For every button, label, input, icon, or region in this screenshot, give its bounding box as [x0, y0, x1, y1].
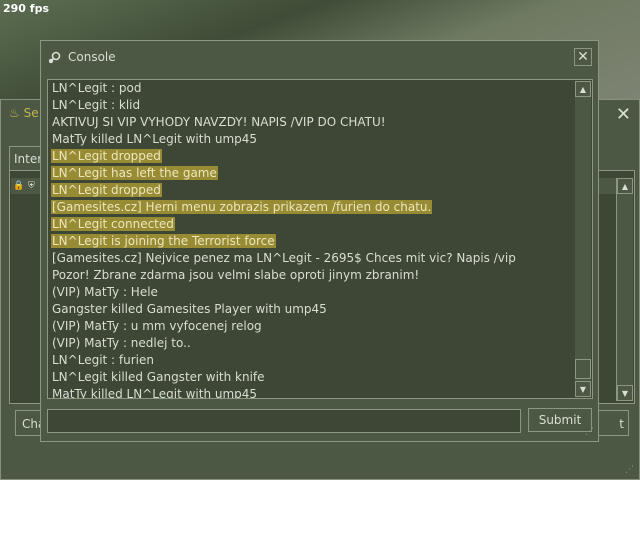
server-browser-close-icon[interactable]: ✕ — [616, 104, 631, 125]
console-line-text: (VIP) MatTy : Hele — [52, 285, 158, 299]
console-line-text: Gangster killed Gamesites Player with um… — [52, 302, 327, 316]
server-list-scrollbar[interactable]: ▲ ▼ — [616, 178, 633, 401]
console-line-text: Pozor! Zbrane zdarma jsou velmi slabe op… — [52, 268, 420, 282]
console-line: Gangster killed Gamesites Player with um… — [51, 301, 572, 318]
console-line: (VIP) MatTy : Hele — [51, 284, 572, 301]
console-line: (VIP) MatTy : u mm vyfocenej relog — [51, 318, 572, 335]
console-line-text: [Gamesites.cz] Herni menu zobrazis prika… — [51, 200, 433, 214]
console-line: LN^Legit : pod — [51, 80, 572, 97]
console-line-text: [Gamesites.cz] Nejvice penez ma LN^Legit… — [52, 251, 516, 265]
steam-icon: ♨ — [9, 106, 20, 120]
resize-grip-icon[interactable]: ⋰ — [585, 427, 595, 437]
console-line-text: LN^Legit : klid — [52, 98, 141, 112]
fps-counter: 290 fps — [3, 2, 49, 15]
console-command-input[interactable] — [47, 409, 521, 433]
submit-button[interactable]: Submit — [528, 408, 592, 432]
console-line: LN^Legit : furien — [51, 352, 572, 369]
console-window: Console ✕ LN^Legit : pod LN^Legit : klid A… — [40, 40, 599, 442]
console-line: [Gamesites.cz] Nejvice penez ma LN^Legit… — [51, 250, 572, 267]
console-line-text: LN^Legit dropped — [51, 149, 162, 163]
console-line-text: AKTIVUJ SI VIP VYHODY NAVZDY! NAPIS /VIP… — [52, 115, 386, 129]
console-line: AKTIVUJ SI VIP VYHODY NAVZDY! NAPIS /VIP… — [51, 114, 572, 131]
console-line: LN^Legit has left the game — [51, 165, 572, 182]
server-list-header-right — [599, 178, 617, 194]
server-browser-title: ♨ Se — [9, 106, 39, 120]
console-line-text: (VIP) MatTy : u mm vyfocenej relog — [52, 319, 262, 333]
console-line: [Gamesites.cz] Herni menu zobrazis prika… — [51, 199, 572, 216]
console-line-text: MatTy killed LN^Legit with ump45 — [52, 132, 258, 146]
console-line-text: LN^Legit dropped — [51, 183, 162, 197]
scroll-up-arrow-icon[interactable]: ▲ — [617, 178, 633, 194]
server-browser-title-text: Se — [23, 106, 39, 120]
resize-grip-icon[interactable]: ⋰ — [625, 465, 635, 475]
console-line: LN^Legit killed Gangster with knife — [51, 369, 572, 386]
console-lines: LN^Legit : pod LN^Legit : klid AKTIVUJ SI … — [51, 80, 572, 399]
console-line-text: LN^Legit is joining the Terrorist force — [51, 234, 276, 248]
console-line: (VIP) MatTy : nedlej to.. — [51, 335, 572, 352]
console-line: LN^Legit : klid — [51, 97, 572, 114]
steam-icon — [47, 50, 61, 64]
console-line-text: LN^Legit has left the game — [51, 166, 218, 180]
console-log[interactable]: LN^Legit : pod LN^Legit : klid AKTIVUJ SI … — [47, 79, 593, 399]
console-line-text: LN^Legit : furien — [52, 353, 154, 367]
close-icon[interactable]: ✕ — [574, 48, 592, 66]
scroll-down-arrow-icon[interactable]: ▼ — [617, 385, 633, 401]
console-line: MatTy killed LN^Legit with ump45 — [51, 131, 572, 148]
console-line-text: LN^Legit : pod — [52, 81, 142, 95]
console-line: Pozor! Zbrane zdarma jsou velmi slabe op… — [51, 267, 572, 284]
console-line: MatTy killed LN^Legit with ump45 — [51, 386, 572, 399]
lock-icon[interactable]: 🔒 — [13, 181, 24, 191]
console-line: LN^Legit is joining the Terrorist force — [51, 233, 572, 250]
game-scene: 290 fps ♨ Se ✕ Inter 🔒 ⛨ ▲ ▼ Cha t ⋰ Con… — [0, 0, 640, 480]
console-line: LN^Legit dropped — [51, 148, 572, 165]
console-scrollbar[interactable]: ▲ ▼ — [575, 81, 591, 397]
console-title: Console — [68, 50, 116, 64]
console-line-text: (VIP) MatTy : nedlej to.. — [52, 336, 191, 350]
scroll-down-arrow-icon[interactable]: ▼ — [575, 381, 591, 397]
console-line-text: LN^Legit killed Gangster with knife — [52, 370, 265, 384]
shield-icon[interactable]: ⛨ — [28, 181, 35, 191]
console-line-text: LN^Legit connected — [51, 217, 175, 231]
console-line: LN^Legit dropped — [51, 182, 572, 199]
connect-button[interactable]: t — [595, 410, 629, 436]
console-line: LN^Legit connected — [51, 216, 572, 233]
scroll-thumb[interactable] — [575, 359, 591, 379]
scroll-up-arrow-icon[interactable]: ▲ — [575, 81, 591, 97]
console-line-text: MatTy killed LN^Legit with ump45 — [52, 387, 258, 399]
